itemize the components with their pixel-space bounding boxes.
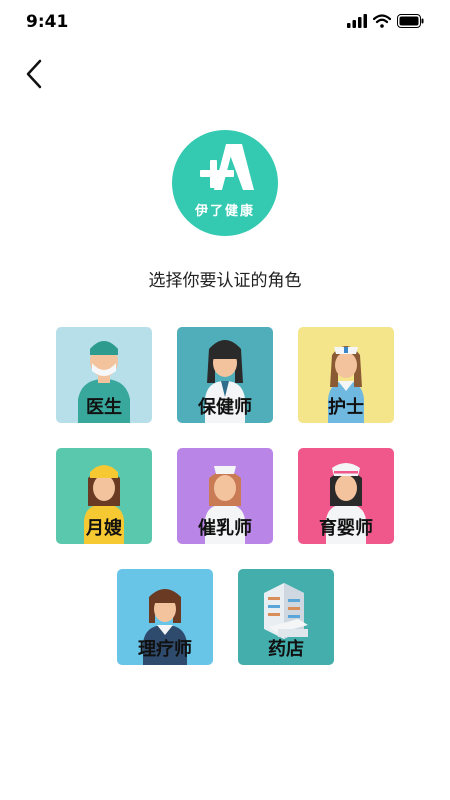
role-label: 催乳师	[198, 518, 252, 539]
role-label: 护士	[328, 397, 364, 418]
role-label: 保健师	[198, 397, 252, 418]
role-tile-nanny[interactable]: 育婴师	[298, 448, 394, 544]
page-prompt: 选择你要认证的角色	[148, 271, 302, 291]
battery-icon	[397, 14, 424, 28]
logo-mark-icon	[200, 144, 254, 190]
role-tile-pharmacy[interactable]: 药店	[238, 569, 334, 665]
back-button[interactable]	[20, 58, 52, 90]
status-bar: 9:41	[0, 0, 450, 44]
role-label: 月嫂	[86, 518, 122, 539]
role-label: 药店	[268, 639, 304, 660]
role-tile-physiotherapist[interactable]: 理疗师	[117, 569, 213, 665]
role-tile-doctor[interactable]: 医生	[56, 327, 152, 423]
app-logo: 伊了健康	[172, 130, 278, 236]
role-tile-health-worker[interactable]: 保健师	[177, 327, 273, 423]
role-label: 理疗师	[138, 639, 192, 660]
wifi-icon	[373, 14, 391, 28]
signal-icon	[347, 14, 367, 28]
chevron-left-icon	[26, 59, 42, 89]
role-tile-nurse[interactable]: 护士	[298, 327, 394, 423]
status-time: 9:41	[26, 12, 69, 32]
role-tile-maternity-matron[interactable]: 月嫂	[56, 448, 152, 544]
role-label: 育婴师	[319, 518, 373, 539]
logo-text: 伊了健康	[194, 204, 255, 219]
role-tile-lactation-consultant[interactable]: 催乳师	[177, 448, 273, 544]
status-icons	[347, 14, 424, 28]
role-label: 医生	[86, 397, 122, 418]
